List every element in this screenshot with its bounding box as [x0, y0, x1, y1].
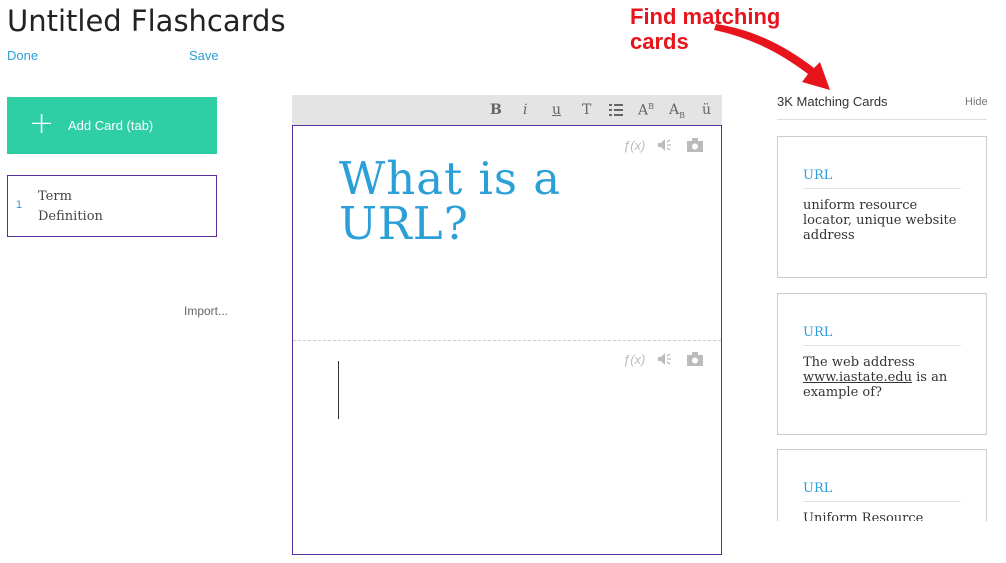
front-text-line-1: What is a [339, 152, 562, 205]
matching-card-definition: Uniform Resource [803, 511, 924, 521]
front-text-line-2: URL? [339, 197, 469, 250]
matching-card-definition: uniform resource locator, unique website… [803, 198, 957, 243]
matching-card-term: URL [803, 325, 833, 340]
speaker-icon[interactable] [657, 138, 673, 155]
done-link[interactable]: Done [7, 48, 38, 63]
italic-button[interactable]: i [523, 102, 527, 118]
definition-text-pre: The web address [803, 355, 915, 370]
umlaut-button[interactable]: ü [702, 102, 711, 118]
matching-card-divider [803, 188, 961, 189]
card-definition: Definition [38, 209, 103, 224]
front-text[interactable]: What is a URL? [339, 156, 561, 246]
list-icon[interactable] [609, 103, 623, 121]
superscript-button[interactable]: AB [638, 102, 654, 119]
subscript-letter: A [669, 102, 680, 118]
back-text-caret[interactable] [338, 361, 339, 419]
add-card-button[interactable]: + Add Card (tab) [7, 97, 217, 154]
camera-icon[interactable] [687, 352, 703, 369]
matching-card-divider [803, 345, 961, 346]
camera-icon[interactable] [687, 138, 703, 155]
subscript-mark: B [679, 110, 686, 120]
plus-icon: + [29, 106, 55, 141]
speaker-icon[interactable] [657, 352, 673, 369]
definition-link: www.iastate.edu [803, 370, 912, 385]
editor-toolbar: B i u T AB AB ü [292, 95, 722, 125]
text-style-button[interactable]: T [582, 102, 591, 118]
formula-button-back[interactable]: ƒ(x) [623, 352, 645, 367]
card-editor[interactable]: ƒ(x) What is a URL? ƒ(x) [292, 125, 722, 555]
side-divider [293, 340, 721, 341]
bold-button[interactable]: B [490, 102, 502, 118]
matching-header-divider [777, 119, 987, 120]
matching-cards-count: 3K Matching Cards [777, 94, 888, 109]
annotation-arrow-icon [714, 24, 830, 90]
subscript-button[interactable]: AB [669, 102, 685, 120]
matching-card-divider [803, 501, 961, 502]
underline-button[interactable]: u [552, 102, 561, 118]
superscript-letter: A [638, 102, 649, 119]
hide-matching-button[interactable]: Hide [965, 96, 988, 108]
matching-card-term: URL [803, 481, 833, 496]
matching-card[interactable]: URL uniform resource locator, unique web… [777, 136, 987, 278]
card-list-item[interactable]: 1 Term Definition [7, 175, 217, 237]
card-number: 1 [16, 199, 23, 211]
page-title: Untitled Flashcards [7, 4, 286, 38]
matching-card[interactable]: URL The web address www.iastate.edu is a… [777, 293, 987, 435]
superscript-mark: B [648, 102, 655, 111]
matching-card-definition: The web address www.iastate.edu is an ex… [803, 355, 963, 400]
matching-card-term: URL [803, 168, 833, 183]
card-term: Term [38, 189, 72, 204]
save-link[interactable]: Save [189, 48, 219, 63]
formula-button[interactable]: ƒ(x) [623, 138, 645, 153]
matching-card[interactable]: URL Uniform Resource [777, 449, 987, 521]
import-link[interactable]: Import... [184, 304, 228, 318]
matching-card-clip: URL Uniform Resource [777, 449, 989, 521]
add-card-label: Add Card (tab) [68, 118, 154, 133]
